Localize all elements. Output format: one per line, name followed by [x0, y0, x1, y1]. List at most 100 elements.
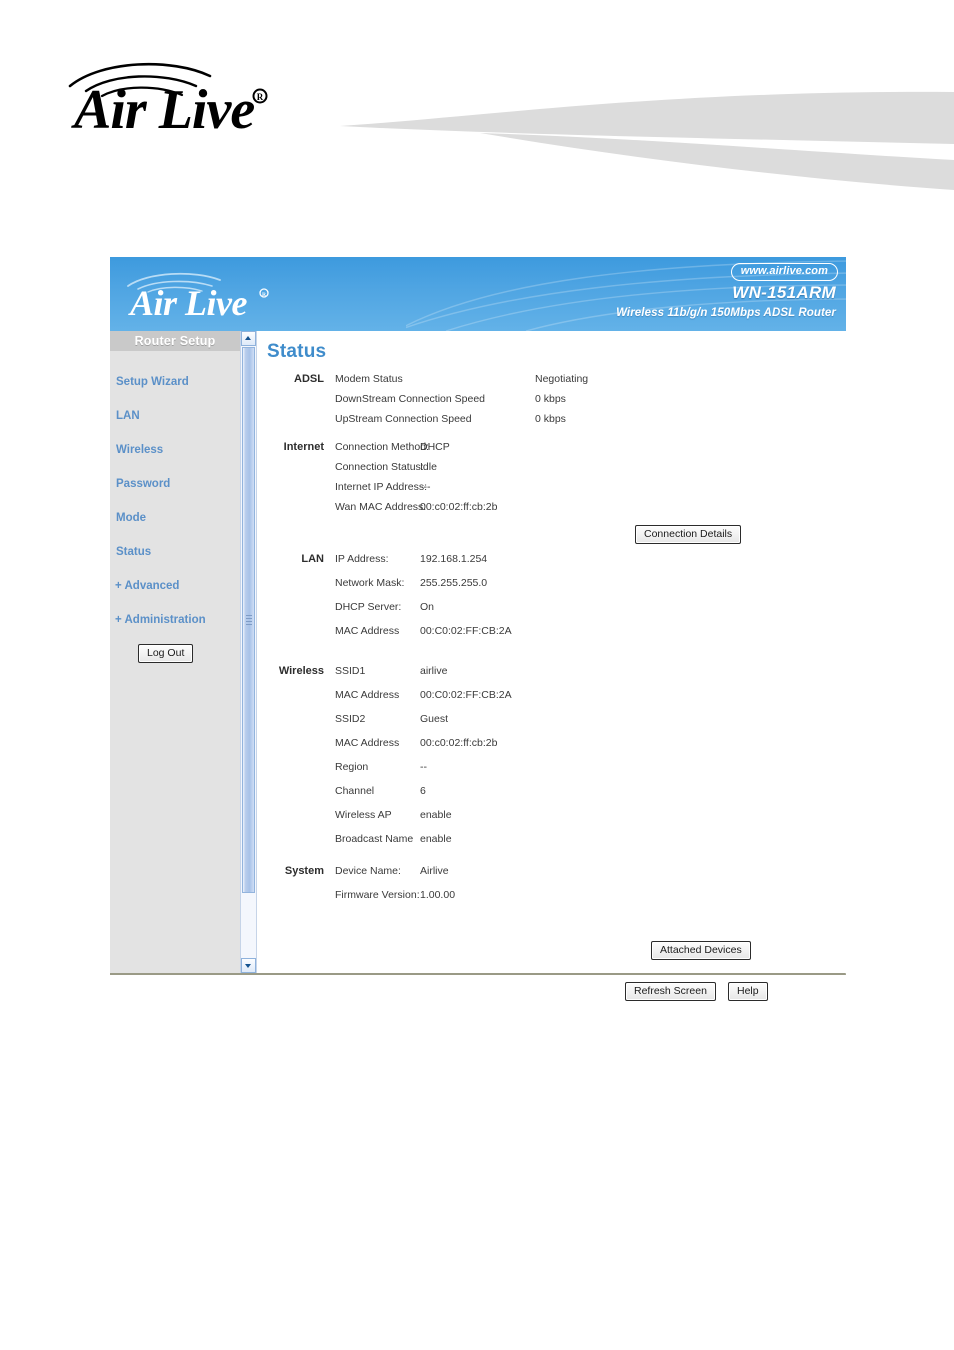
airlive-logo: Air Live R: [64, 58, 294, 141]
field-value: 192.168.1.254: [420, 553, 488, 565]
field-label: Network Mask:: [335, 577, 405, 589]
field-value: Guest: [420, 713, 449, 725]
connection-details-button[interactable]: Connection Details: [635, 525, 742, 544]
svg-text:Air Live: Air Live: [71, 79, 254, 140]
sidebar-item-mode[interactable]: Mode: [110, 501, 240, 535]
row-device-name: Device Name: Airlive: [335, 865, 840, 885]
field-value: enable: [420, 809, 452, 821]
field-value: Idle: [420, 461, 437, 473]
row-wan-mac-address: Wan MAC Address: 00:c0:02:ff:cb:2b: [335, 501, 840, 521]
svg-text:R: R: [257, 92, 264, 102]
section-label-system: System: [284, 865, 324, 877]
section-label-lan: LAN: [301, 553, 324, 565]
field-label: MAC Address: [335, 737, 400, 749]
field-label: UpStream Connection Speed: [335, 413, 472, 425]
field-value: DHCP: [420, 441, 450, 453]
field-label: Wireless AP: [335, 809, 392, 821]
page-header: Air Live R: [0, 0, 954, 200]
sidebar-item-label: Wireless: [116, 444, 164, 456]
row-channel: Channel 6: [335, 785, 840, 805]
field-value: 6: [420, 785, 426, 797]
field-value: 00:c0:02:ff:cb:2b: [420, 501, 498, 513]
status-content-panel: Status ADSL Modem Status Negotiating Dow…: [257, 331, 846, 1001]
scroll-down-button[interactable]: [241, 958, 256, 973]
router-admin-frame: Air Live R www.airlive.com WN-151ARM Wir…: [110, 257, 846, 1001]
row-modem-status: Modem Status Negotiating: [335, 373, 840, 393]
row-upstream-speed: UpStream Connection Speed 0 kbps: [335, 413, 840, 433]
section-label-internet: Internet: [283, 441, 324, 453]
row-dhcp-server: DHCP Server: On: [335, 601, 840, 621]
site-url-badge[interactable]: www.airlive.com: [730, 263, 838, 281]
row-ssid2: SSID2 Guest: [335, 713, 840, 733]
sidebar-item-label: Status: [116, 546, 152, 558]
row-connection-status: Connection Status: Idle: [335, 461, 840, 481]
sidebar-item-label: Mode: [116, 512, 147, 524]
field-value: airlive: [420, 665, 448, 677]
device-model-name: WN-151ARM: [732, 283, 836, 302]
row-firmware-version: Firmware Version: 1.00.00: [335, 889, 840, 909]
device-model-description: Wireless 11b/g/n 150Mbps ADSL Router: [616, 307, 836, 319]
help-button[interactable]: Help: [728, 982, 768, 1001]
field-label: Internet IP Address:: [335, 481, 428, 493]
scroll-up-button[interactable]: [241, 331, 256, 346]
field-label: Connection Status:: [335, 461, 424, 473]
row-lan-mac-address: MAC Address 00:C0:02:FF:CB:2A: [335, 625, 840, 645]
sidebar-item-status[interactable]: Status: [110, 535, 240, 569]
sidebar-item-setup-wizard[interactable]: Setup Wizard: [110, 365, 240, 399]
field-value: 00:c0:02:ff:cb:2b: [420, 737, 498, 749]
page-title: Status: [267, 341, 327, 362]
sidebar-item-password[interactable]: Password: [110, 467, 240, 501]
sidebar-item-lan[interactable]: LAN: [110, 399, 240, 433]
field-label: SSID1: [335, 665, 366, 677]
row-ssid1: SSID1 airlive: [335, 665, 840, 685]
sidebar-item-label: + Advanced: [115, 580, 180, 592]
row-wireless-mac-2: MAC Address 00:c0:02:ff:cb:2b: [335, 737, 840, 757]
field-label: Modem Status: [335, 373, 403, 385]
field-value: 0 kbps: [535, 393, 566, 405]
field-label: Broadcast Name: [335, 833, 414, 845]
row-region: Region --: [335, 761, 840, 781]
sidebar-item-label: + Administration: [115, 614, 206, 626]
sidebar-item-wireless[interactable]: Wireless: [110, 433, 240, 467]
row-broadcast-name: Broadcast Name enable: [335, 833, 840, 853]
vertical-scrollbar[interactable]: [240, 331, 257, 973]
scrollbar-thumb[interactable]: [242, 347, 255, 893]
field-label: DownStream Connection Speed: [335, 393, 486, 405]
field-label: Region: [335, 761, 369, 773]
chevron-down-icon: [245, 964, 251, 968]
airlive-banner-logo: Air Live R: [124, 268, 299, 324]
field-label: Device Name:: [335, 865, 401, 877]
sidebar-item-advanced[interactable]: + Advanced: [110, 569, 240, 603]
field-label: DHCP Server:: [335, 601, 402, 613]
sidebar-item-label: Setup Wizard: [116, 376, 189, 388]
field-label: SSID2: [335, 713, 366, 725]
field-value: 00:C0:02:FF:CB:2A: [420, 689, 512, 701]
row-wireless-ap: Wireless AP enable: [335, 809, 840, 829]
row-connection-method: Connection Method: DHCP: [335, 441, 840, 461]
field-value: ---: [420, 481, 431, 493]
svg-text:Air Live: Air Live: [128, 283, 247, 323]
field-value: 0 kbps: [535, 413, 566, 425]
field-label: MAC Address: [335, 689, 400, 701]
field-value: Airlive: [420, 865, 449, 877]
section-label-adsl: ADSL: [294, 373, 324, 385]
chevron-up-icon: [245, 336, 251, 340]
logout-wrapper: Log Out: [110, 643, 240, 663]
field-value: enable: [420, 833, 452, 845]
row-lan-ip-address: IP Address: 192.168.1.254: [335, 553, 840, 573]
field-value: 255.255.255.0: [420, 577, 488, 589]
field-label: IP Address:: [335, 553, 389, 565]
scrollbar-grip-icon: [246, 615, 252, 625]
section-label-wireless: Wireless: [278, 665, 324, 677]
row-internet-ip-address: Internet IP Address: ---: [335, 481, 840, 501]
sidebar-item-administration[interactable]: + Administration: [110, 603, 240, 637]
field-value: --: [420, 761, 427, 773]
field-value: 00:C0:02:FF:CB:2A: [420, 625, 512, 637]
attached-devices-button[interactable]: Attached Devices: [651, 941, 751, 960]
field-label: Wan MAC Address:: [335, 501, 427, 513]
refresh-screen-button[interactable]: Refresh Screen: [625, 982, 716, 1001]
logout-button[interactable]: Log Out: [138, 644, 194, 663]
sidebar-title: Router Setup: [110, 331, 240, 351]
row-network-mask: Network Mask: 255.255.255.0: [335, 577, 840, 597]
sidebar-nav: Router Setup Setup Wizard LAN Wireless P…: [110, 331, 240, 973]
